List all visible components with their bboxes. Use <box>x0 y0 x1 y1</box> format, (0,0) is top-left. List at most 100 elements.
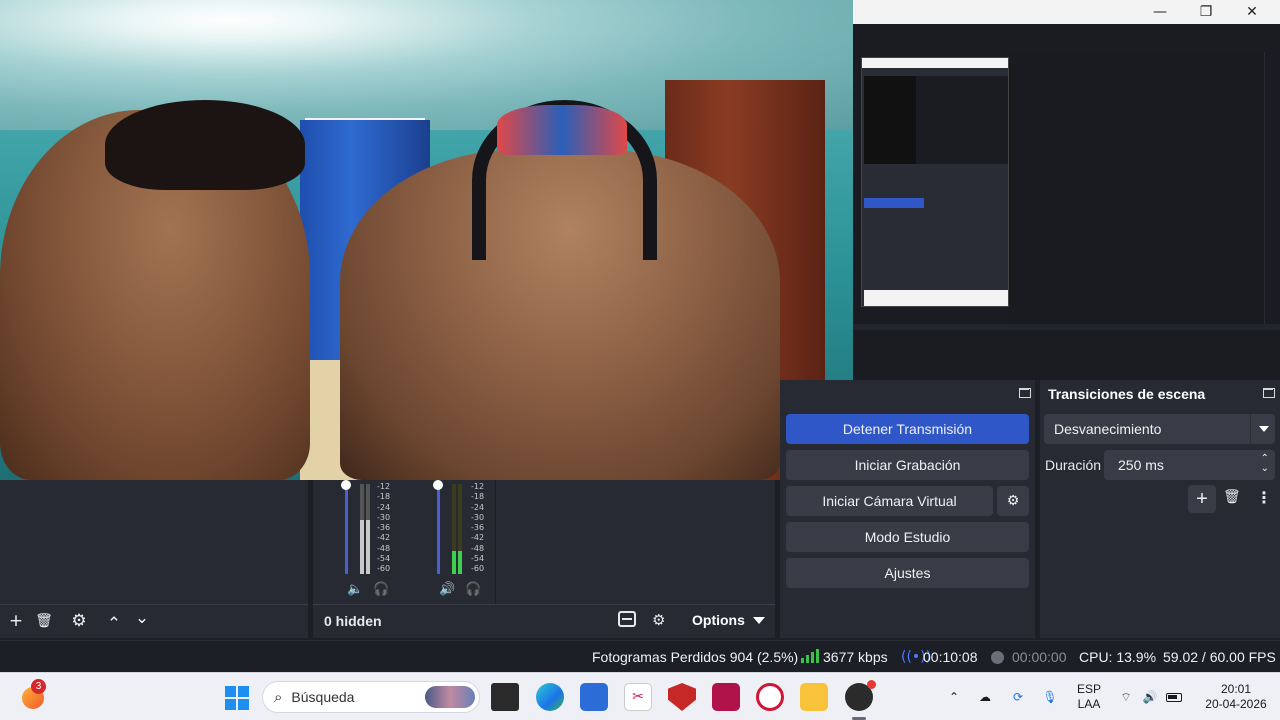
settings-button[interactable]: Ajustes <box>786 558 1029 588</box>
input-language-indicator[interactable]: ESP LAA <box>1072 673 1106 720</box>
battery-icon[interactable] <box>1164 673 1184 720</box>
meter-scale-tick: -18 <box>471 492 485 502</box>
meter-scale-tick: -36 <box>471 523 485 533</box>
windows-start-icon[interactable] <box>225 686 249 710</box>
tray-overflow-icon[interactable]: ⌃ <box>945 673 963 720</box>
windows-taskbar: 3 ⌕ Búsqueda ✂ ⌃ ☁ ⟳ 🎙 ESP LAA ⌔ 🔊 20:01… <box>0 672 1280 720</box>
maximize-icon: ❐ <box>1199 4 1213 20</box>
transitions-dock-float-icon[interactable] <box>1263 388 1275 398</box>
meter-scale-tick: -30 <box>471 512 485 522</box>
minimize-icon: — <box>1153 4 1167 20</box>
volume-slider-knob-ch2[interactable] <box>433 480 443 490</box>
start-recording-button[interactable]: Iniciar Grabación <box>786 450 1029 480</box>
meter-scale-tick: -12 <box>377 482 391 491</box>
person-left-hair <box>105 100 305 190</box>
onedrive-icon[interactable]: ☁ <box>975 673 995 720</box>
remove-transition-icon[interactable]: 🗑 <box>1223 489 1241 505</box>
plus-icon: + <box>1196 487 1208 510</box>
mixer-advanced-settings-icon[interactable]: ⚙ <box>652 611 665 629</box>
hidden-count-label: 0 hidden <box>324 613 382 629</box>
wifi-icon[interactable]: ⌔ <box>1116 673 1136 720</box>
task-view-icon[interactable] <box>491 683 519 711</box>
headphone-monitor-icon-ch1[interactable]: 🎧 <box>373 582 389 597</box>
duration-value: 250 ms <box>1118 457 1164 473</box>
edge-browser-icon[interactable] <box>536 683 564 711</box>
meter-fill <box>452 551 456 574</box>
add-transition-button[interactable]: + <box>1188 485 1216 513</box>
mixer-options-button[interactable]: Options <box>692 612 765 628</box>
move-source-down-button[interactable]: ⌄ <box>131 607 153 629</box>
stream-time: 00:10:08 <box>923 649 978 665</box>
preview-canvas[interactable] <box>853 24 1280 380</box>
dropped-frames: Fotogramas Perdidos 904 (2.5%) <box>592 649 799 665</box>
app-icon-red[interactable] <box>712 683 740 711</box>
remove-source-button[interactable]: 🗑 <box>33 610 55 632</box>
sync-icon[interactable]: ⟳ <box>1008 673 1028 720</box>
search-icon: ⌕ <box>274 688 283 706</box>
studio-mode-button[interactable]: Modo Estudio <box>786 522 1029 552</box>
chevron-up-icon: ⌃ <box>106 614 122 634</box>
preview-empty-region <box>1009 52 1265 330</box>
clock[interactable]: 20:01 20-04-2026 <box>1196 673 1276 720</box>
virtual-camera-settings-button[interactable]: ⚙ <box>997 486 1029 516</box>
title-bar: — ❐ ✕ <box>853 0 1280 24</box>
transition-select[interactable]: Desvanecimiento <box>1044 414 1275 444</box>
duration-spinbox[interactable]: 250 ms ⌃ ⌄ <box>1104 450 1275 480</box>
start-virtual-camera-button[interactable]: Iniciar Cámara Virtual <box>786 486 993 516</box>
mixer-layout-toggle-icon[interactable] <box>618 611 636 627</box>
opera-browser-icon[interactable] <box>756 683 784 711</box>
close-button[interactable]: ✕ <box>1229 0 1275 24</box>
meter-ch2-left <box>452 484 456 574</box>
meter-scale-ch2: -12 -18 -24 -30 -36 -42 -48 -54 -60 <box>471 482 484 575</box>
meter-scale-tick: -30 <box>377 512 391 522</box>
headphone-monitor-icon-ch2[interactable]: 🎧 <box>465 582 481 597</box>
muted-speaker-icon[interactable]: 🔈 <box>347 582 363 597</box>
dropdown-arrow-icon <box>752 616 765 624</box>
meter-scale-tick: -54 <box>377 554 391 564</box>
bitrate: 3677 kbps <box>823 649 888 665</box>
meter-fill <box>366 520 370 574</box>
taskbar-search-box[interactable]: ⌕ Búsqueda <box>262 681 480 713</box>
volume-icon[interactable]: 🔊 <box>1140 673 1160 720</box>
volume-slider-knob-ch1[interactable] <box>341 480 351 490</box>
meter-scale-tick: -18 <box>377 492 391 502</box>
microphone-icon[interactable]: 🎙 <box>1040 673 1060 720</box>
duration-label: Duración <box>1045 457 1102 473</box>
meter-scale-tick: -36 <box>377 523 391 533</box>
obs-studio-icon[interactable] <box>845 680 876 711</box>
minimize-button[interactable]: — <box>1137 0 1183 24</box>
trash-icon: 🗑 <box>35 613 53 629</box>
stop-streaming-button[interactable]: Detener Transmisión <box>786 414 1029 444</box>
signal-strength-icon <box>801 641 819 673</box>
microsoft-store-icon[interactable] <box>580 683 608 711</box>
maximize-button[interactable]: ❐ <box>1183 0 1229 24</box>
add-source-button[interactable]: + <box>5 610 27 632</box>
mcafee-icon[interactable] <box>668 683 696 711</box>
snipping-tool-icon[interactable]: ✂ <box>624 683 652 711</box>
source-properties-button[interactable]: ⚙ <box>68 610 90 632</box>
recording-time: 00:00:00 <box>1012 649 1067 665</box>
controls-dock-float-icon[interactable] <box>1019 388 1031 398</box>
settings-label: Ajustes <box>884 565 931 581</box>
audio-mixer-dock: -12 -18 -24 -30 -36 -42 -48 -54 -60 🔈 🎧 -12 -18 -2… <box>313 480 775 638</box>
meter-scale-tick: -48 <box>377 543 391 553</box>
transition-select-value: Desvanecimiento <box>1054 421 1162 437</box>
speaker-icon[interactable]: 🔊 <box>439 582 455 597</box>
volume-slider-ch1[interactable] <box>345 484 348 574</box>
cpu-usage: CPU: 13.9% <box>1079 649 1157 665</box>
meter-scale-tick: -12 <box>471 482 485 491</box>
studio-mode-label: Modo Estudio <box>864 529 951 545</box>
volume-slider-ch2[interactable] <box>437 484 440 574</box>
recording-indicator-icon <box>991 641 1004 673</box>
clock-time: 20:01 <box>1220 682 1252 696</box>
search-highlight-image <box>425 686 475 708</box>
move-source-up-button[interactable]: ⌃ <box>103 613 125 635</box>
stop-streaming-label: Detener Transmisión <box>842 421 973 437</box>
file-explorer-icon[interactable] <box>800 683 828 711</box>
cap <box>497 105 627 155</box>
status-bar: Fotogramas Perdidos 904 (2.5%) 3677 kbps… <box>0 640 1280 672</box>
keyboard-layout-code: LAA <box>1077 697 1101 711</box>
transition-menu-icon[interactable]: ⋮ <box>1256 488 1272 508</box>
meter-scale-tick: -60 <box>377 564 391 574</box>
nested-preview-thumbnail <box>861 57 1009 307</box>
